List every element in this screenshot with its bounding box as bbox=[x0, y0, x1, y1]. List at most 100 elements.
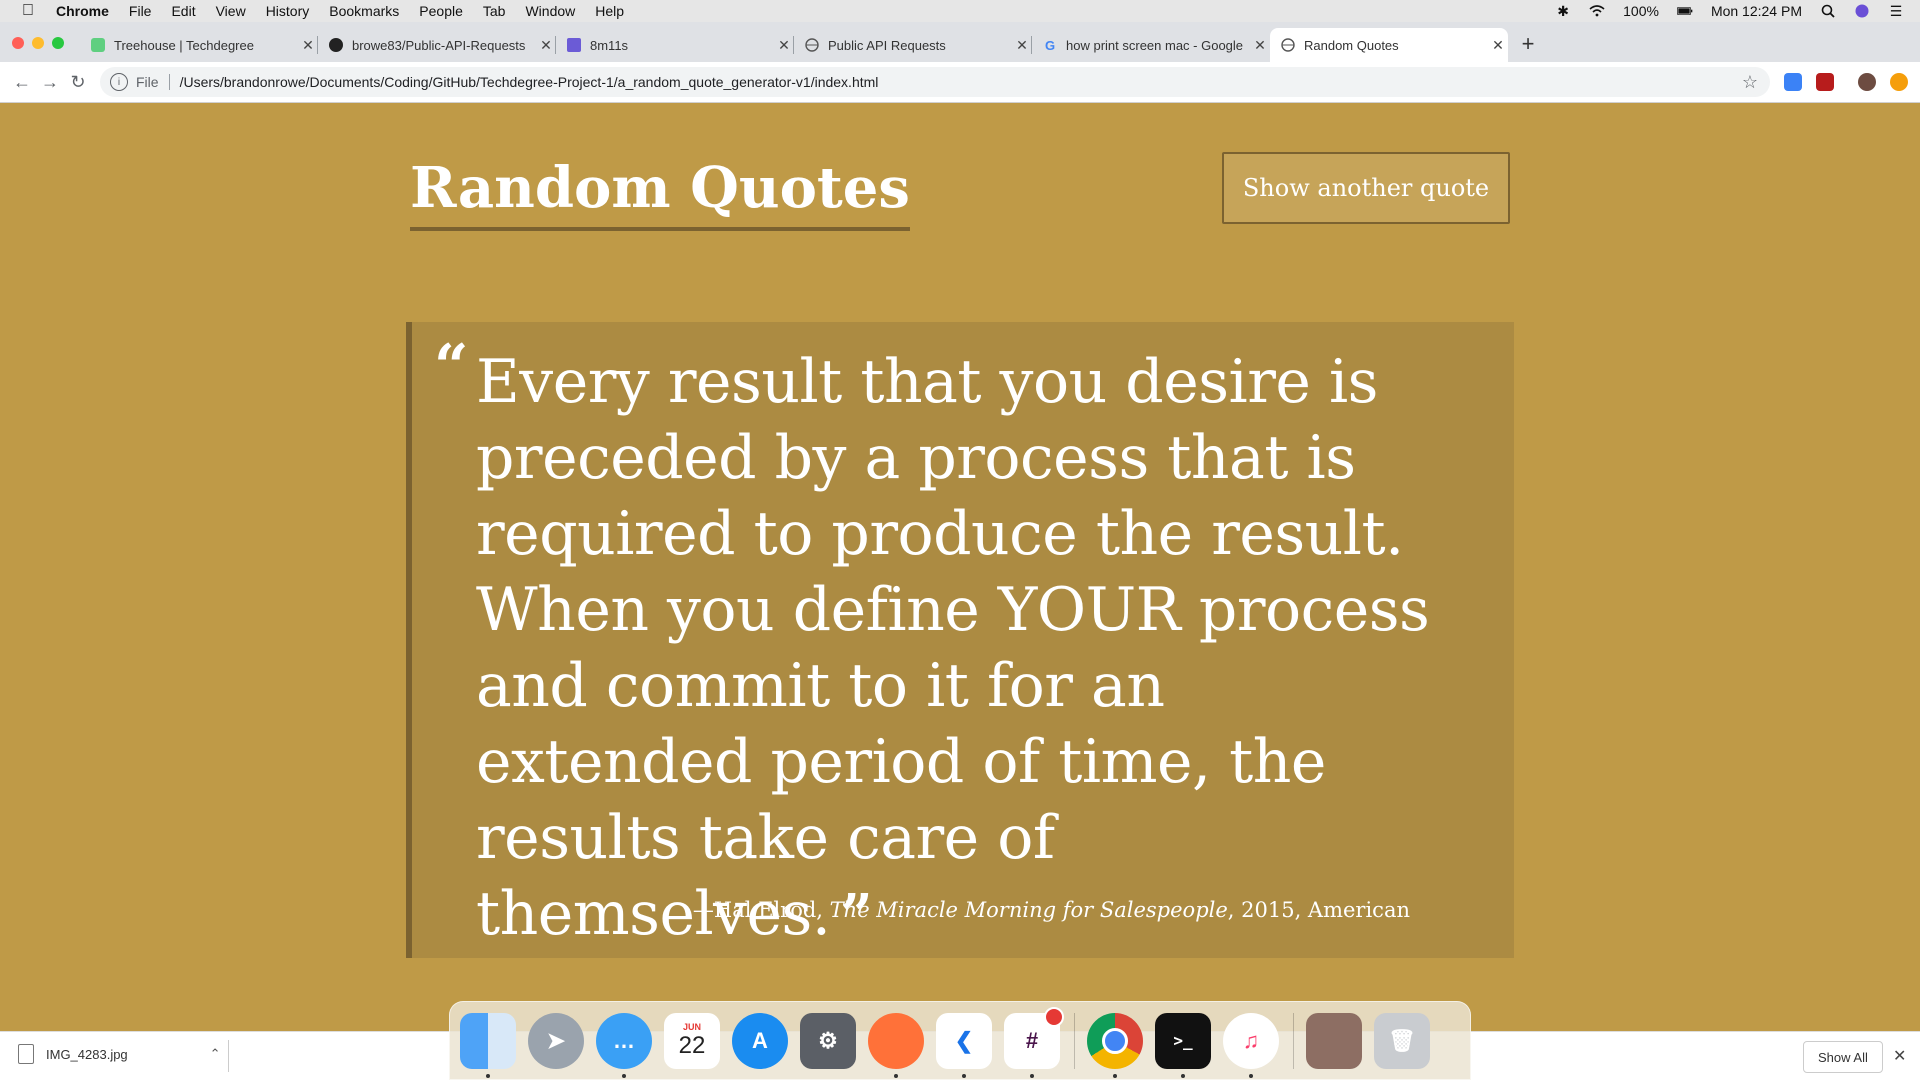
chevron-up-icon[interactable]: ⌃ bbox=[210, 1046, 221, 1062]
tab-public-api[interactable]: Public API Requests ✕ bbox=[794, 28, 1032, 62]
google-icon: G bbox=[1044, 37, 1056, 53]
app-menu: Chrome File Edit View History Bookmarks … bbox=[56, 3, 624, 19]
notification-center-icon[interactable]: ☰ bbox=[1888, 3, 1904, 19]
trash-icon[interactable]: 🗑 bbox=[1374, 1012, 1430, 1069]
apple-menu-icon[interactable]:  bbox=[14, 2, 42, 20]
ublock-icon[interactable] bbox=[1816, 73, 1834, 91]
tab-title: Random Quotes bbox=[1304, 37, 1399, 53]
extensions bbox=[1784, 73, 1908, 91]
show-another-quote-button[interactable]: Show another quote bbox=[1222, 152, 1510, 224]
forward-arrow-icon[interactable]: → bbox=[36, 68, 64, 96]
quote-text: Every result that you desire is preceded… bbox=[476, 347, 1430, 949]
tab-title: Public API Requests bbox=[828, 37, 946, 53]
globe-icon bbox=[1280, 37, 1296, 53]
extension-icon[interactable] bbox=[1784, 73, 1802, 91]
reload-icon[interactable]: ↻ bbox=[64, 68, 92, 96]
slack-icon[interactable]: # bbox=[1004, 1006, 1064, 1078]
siri-icon[interactable] bbox=[1854, 4, 1870, 18]
bookmark-star-icon[interactable]: ☆ bbox=[1742, 72, 1758, 93]
browser-toolbar: ← → ↻ i File /Users/brandonrowe/Document… bbox=[0, 62, 1920, 103]
quote-citation: The Miracle Morning for Salespeople bbox=[829, 898, 1228, 922]
clock[interactable]: Mon 12:24 PM bbox=[1711, 3, 1802, 19]
menu-file[interactable]: File bbox=[129, 3, 152, 19]
menu-edit[interactable]: Edit bbox=[171, 3, 195, 19]
quote-author: —Hal Elrod, bbox=[692, 898, 830, 922]
launchpad-icon[interactable]: ➤ bbox=[528, 1012, 584, 1069]
notification-badge bbox=[1044, 1006, 1064, 1027]
close-tab-icon[interactable]: ✕ bbox=[298, 37, 318, 54]
chrome-icon[interactable] bbox=[1087, 1012, 1143, 1078]
menu-view[interactable]: View bbox=[216, 3, 246, 19]
profile-avatar[interactable] bbox=[1858, 73, 1876, 91]
close-tab-icon[interactable]: ✕ bbox=[1488, 37, 1508, 54]
menu-history[interactable]: History bbox=[266, 3, 310, 19]
messages-icon[interactable]: … bbox=[596, 1012, 652, 1078]
battery-icon[interactable] bbox=[1676, 4, 1693, 18]
menu-app-name[interactable]: Chrome bbox=[56, 3, 109, 19]
url-text[interactable]: /Users/brandonrowe/Documents/Coding/GitH… bbox=[180, 74, 879, 90]
close-window-button[interactable] bbox=[12, 37, 24, 49]
new-tab-button[interactable]: + bbox=[1514, 30, 1542, 58]
download-item[interactable]: IMG_4283.jpg ⌃ bbox=[18, 1044, 221, 1064]
page-title: Random Quotes bbox=[410, 155, 910, 231]
bluetooth-icon[interactable]: ✱ bbox=[1555, 3, 1571, 19]
minimize-window-button[interactable] bbox=[32, 37, 44, 49]
close-tab-icon[interactable]: ✕ bbox=[774, 37, 794, 54]
address-bar[interactable]: i File /Users/brandonrowe/Documents/Codi… bbox=[100, 67, 1770, 97]
itunes-icon[interactable]: ♫ bbox=[1223, 1012, 1279, 1078]
menu-people[interactable]: People bbox=[419, 3, 463, 19]
tab-title: browe83/Public-API-Requests bbox=[352, 37, 526, 53]
status-area: ✱ 100% Mon 12:24 PM ☰ bbox=[1555, 3, 1904, 20]
dock-divider bbox=[1074, 1012, 1075, 1069]
wifi-icon[interactable] bbox=[1589, 4, 1605, 18]
tab-title: how print screen mac - Google bbox=[1066, 37, 1244, 53]
extension-icon[interactable] bbox=[1890, 73, 1908, 91]
divider bbox=[168, 74, 170, 90]
macos-dock: ➤ … JUN 22 A ⚙ ❮ # >_ ♫ 🗑 bbox=[449, 1001, 1471, 1080]
quote-box: “ Every result that you desire is preced… bbox=[406, 322, 1514, 958]
tab-title: Treehouse | Techdegree bbox=[114, 37, 254, 53]
tab-treehouse[interactable]: Treehouse | Techdegree ✕ bbox=[80, 28, 318, 62]
open-quote-mark: “ bbox=[434, 332, 469, 402]
tab-8m11s[interactable]: 8m11s ✕ bbox=[556, 28, 794, 62]
tab-title: 8m11s bbox=[590, 37, 629, 53]
close-tab-icon[interactable]: ✕ bbox=[1012, 37, 1032, 54]
dock-divider bbox=[1293, 1012, 1294, 1069]
finder-icon[interactable] bbox=[460, 1012, 516, 1078]
vscode-icon[interactable]: ❮ bbox=[936, 1012, 992, 1078]
quote-year-tag: , 2015, American bbox=[1227, 898, 1410, 922]
quote-source: —Hal Elrod, The Miracle Morning for Sale… bbox=[693, 898, 1410, 922]
menu-tab[interactable]: Tab bbox=[483, 3, 506, 19]
close-tab-icon[interactable]: ✕ bbox=[1250, 37, 1270, 54]
file-icon bbox=[18, 1044, 34, 1064]
terminal-icon[interactable]: >_ bbox=[1155, 1012, 1211, 1078]
tab-google-search[interactable]: G how print screen mac - Google ✕ bbox=[1032, 28, 1270, 62]
firefox-icon[interactable] bbox=[868, 1012, 924, 1078]
close-tab-icon[interactable]: ✕ bbox=[536, 37, 556, 54]
calendar-icon[interactable]: JUN 22 bbox=[664, 1012, 720, 1069]
zoom-window-button[interactable] bbox=[52, 37, 64, 49]
page-content: Random Quotes Show another quote “ Every… bbox=[0, 103, 1920, 1031]
battery-percent: 100% bbox=[1623, 3, 1659, 19]
menu-window[interactable]: Window bbox=[525, 3, 575, 19]
show-all-button[interactable]: Show All bbox=[1803, 1041, 1883, 1073]
info-icon[interactable]: i bbox=[110, 73, 128, 91]
menu-help[interactable]: Help bbox=[595, 3, 624, 19]
window-controls bbox=[12, 37, 64, 49]
treehouse-icon bbox=[90, 37, 106, 53]
divider bbox=[228, 1040, 229, 1072]
tab-random-quotes[interactable]: Random Quotes ✕ bbox=[1270, 28, 1508, 62]
download-file-name[interactable]: IMG_4283.jpg bbox=[46, 1047, 128, 1062]
system-preferences-icon[interactable]: ⚙ bbox=[800, 1012, 856, 1069]
close-icon[interactable]: ✕ bbox=[1893, 1046, 1906, 1066]
app-store-icon[interactable]: A bbox=[732, 1012, 788, 1069]
back-arrow-icon[interactable]: ← bbox=[8, 68, 36, 96]
menu-bookmarks[interactable]: Bookmarks bbox=[329, 3, 399, 19]
tab-github[interactable]: browe83/Public-API-Requests ✕ bbox=[318, 28, 556, 62]
calendar-day: 22 bbox=[678, 1031, 706, 1059]
spotlight-search-icon[interactable] bbox=[1820, 4, 1836, 18]
macos-menu-bar:  Chrome File Edit View History Bookmark… bbox=[0, 0, 1920, 22]
globe-icon bbox=[804, 37, 820, 53]
downloads-stack-icon[interactable] bbox=[1306, 1012, 1362, 1069]
tab-strip: Treehouse | Techdegree ✕ browe83/Public-… bbox=[0, 22, 1920, 62]
